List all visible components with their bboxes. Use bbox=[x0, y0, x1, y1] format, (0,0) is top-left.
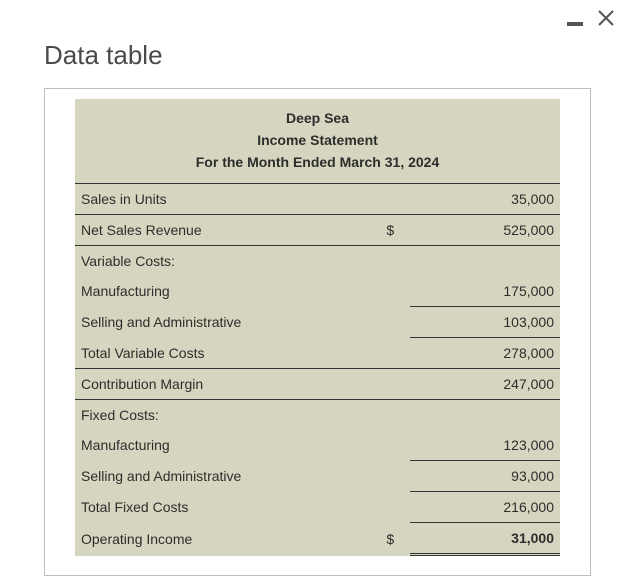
close-icon[interactable] bbox=[597, 9, 615, 31]
statement-body: Sales in Units 35,000 Net Sales Revenue … bbox=[75, 183, 560, 556]
label-fc-selling-admin: Selling and Administrative bbox=[75, 461, 371, 492]
label-variable-costs: Variable Costs: bbox=[75, 246, 371, 277]
label-total-fixed-costs: Total Fixed Costs bbox=[75, 492, 371, 523]
window-controls bbox=[0, 0, 621, 40]
value-contribution-margin: 247,000 bbox=[410, 369, 560, 400]
label-vc-manufacturing: Manufacturing bbox=[75, 276, 371, 307]
value-sales-units: 35,000 bbox=[410, 184, 560, 215]
value-fc-manufacturing: 123,000 bbox=[410, 430, 560, 461]
label-vc-selling-admin: Selling and Administrative bbox=[75, 307, 371, 338]
statement-period: For the Month Ended March 31, 2024 bbox=[79, 151, 556, 173]
value-operating-income: 31,000 bbox=[410, 523, 560, 555]
row-fc-manufacturing: Manufacturing 123,000 bbox=[75, 430, 560, 461]
currency-symbol: $ bbox=[371, 523, 410, 555]
statement-header: Deep Sea Income Statement For the Month … bbox=[75, 99, 560, 183]
currency-symbol: $ bbox=[371, 215, 410, 246]
label-fixed-costs: Fixed Costs: bbox=[75, 400, 371, 431]
row-fixed-costs-heading: Fixed Costs: bbox=[75, 400, 560, 431]
label-operating-income: Operating Income bbox=[75, 523, 371, 555]
company-name: Deep Sea bbox=[79, 107, 556, 129]
row-operating-income: Operating Income $ 31,000 bbox=[75, 523, 560, 555]
value-fc-selling-admin: 93,000 bbox=[410, 461, 560, 492]
label-net-sales-revenue: Net Sales Revenue bbox=[75, 215, 371, 246]
value-net-sales-revenue: 525,000 bbox=[410, 215, 560, 246]
minimize-icon[interactable] bbox=[567, 10, 583, 30]
value-total-variable-costs: 278,000 bbox=[410, 338, 560, 369]
value-total-fixed-costs: 216,000 bbox=[410, 492, 560, 523]
row-variable-costs-heading: Variable Costs: bbox=[75, 246, 560, 277]
row-net-sales-revenue: Net Sales Revenue $ 525,000 bbox=[75, 215, 560, 246]
row-vc-selling-admin: Selling and Administrative 103,000 bbox=[75, 307, 560, 338]
label-fc-manufacturing: Manufacturing bbox=[75, 430, 371, 461]
page-title: Data table bbox=[44, 40, 621, 71]
row-vc-manufacturing: Manufacturing 175,000 bbox=[75, 276, 560, 307]
label-sales-units: Sales in Units bbox=[75, 184, 371, 215]
content-scroll-pane[interactable]: Deep Sea Income Statement For the Month … bbox=[44, 88, 591, 576]
statement-title: Income Statement bbox=[79, 129, 556, 151]
income-statement-table: Deep Sea Income Statement For the Month … bbox=[75, 99, 560, 556]
value-vc-selling-admin: 103,000 bbox=[410, 307, 560, 338]
row-contribution-margin: Contribution Margin 247,000 bbox=[75, 369, 560, 400]
value-vc-manufacturing: 175,000 bbox=[410, 276, 560, 307]
label-contribution-margin: Contribution Margin bbox=[75, 369, 371, 400]
row-total-fixed-costs: Total Fixed Costs 216,000 bbox=[75, 492, 560, 523]
row-sales-units: Sales in Units 35,000 bbox=[75, 184, 560, 215]
row-fc-selling-admin: Selling and Administrative 93,000 bbox=[75, 461, 560, 492]
row-total-variable-costs: Total Variable Costs 278,000 bbox=[75, 338, 560, 369]
label-total-variable-costs: Total Variable Costs bbox=[75, 338, 371, 369]
